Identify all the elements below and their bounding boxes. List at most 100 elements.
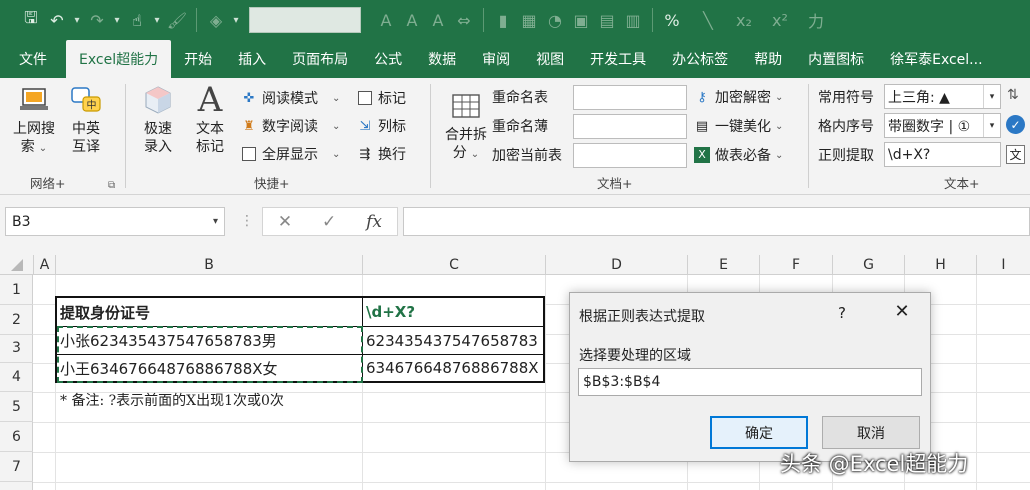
- tab-developer[interactable]: 开发工具: [577, 40, 659, 78]
- grid-icon[interactable]: ▥: [620, 7, 646, 33]
- more-options-icon[interactable]: ⋮: [240, 213, 254, 229]
- format-brush-icon[interactable]: 🖌: [164, 7, 190, 33]
- font-size-up-icon[interactable]: A: [373, 7, 399, 33]
- beautify-button[interactable]: ▤ 一键美化 ⌄: [693, 114, 784, 138]
- cell-b3[interactable]: 小张623435437547658783男: [57, 327, 362, 354]
- common-symbol-select[interactable]: 上三角: ▲ ▾: [884, 84, 1001, 109]
- tab-page-layout[interactable]: 页面布局: [279, 40, 361, 78]
- essential-button[interactable]: X 做表必备 ⌄: [693, 143, 783, 167]
- subscript-icon[interactable]: x₂: [731, 7, 757, 33]
- line-icon[interactable]: ╲: [695, 7, 721, 33]
- text-icon[interactable]: 文: [1006, 145, 1025, 164]
- tab-help[interactable]: 帮助: [741, 40, 795, 78]
- close-icon[interactable]: ✕: [892, 301, 912, 322]
- name-box[interactable]: B3 ▾: [5, 207, 225, 236]
- mark-checkbox[interactable]: 标记: [356, 86, 406, 110]
- regex-input[interactable]: \d+X?: [884, 142, 1001, 167]
- row-header-1[interactable]: 1: [0, 275, 33, 305]
- undo-icon[interactable]: ↶: [44, 7, 70, 33]
- encrypt-current-input[interactable]: [573, 143, 687, 168]
- tab-builtin-icons[interactable]: 内置图标: [795, 40, 877, 78]
- web-search-button[interactable]: 上网搜 索 ⌄: [6, 84, 62, 158]
- fast-entry-button[interactable]: 极速 录入: [134, 84, 182, 156]
- pie-icon[interactable]: ◔: [542, 7, 568, 33]
- tab-home[interactable]: 开始: [171, 40, 225, 78]
- row-header-3[interactable]: 3: [0, 334, 33, 363]
- tab-file[interactable]: 文件: [0, 40, 66, 78]
- column-header-f[interactable]: F: [759, 255, 832, 275]
- cell-c4[interactable]: 634676648768867​88X: [363, 355, 543, 381]
- tab-office-tab[interactable]: 办公标签: [659, 40, 741, 78]
- cell-b2[interactable]: 提取身份证号: [57, 298, 362, 326]
- rename-book-input[interactable]: [573, 114, 687, 139]
- camera-icon[interactable]: ▣: [568, 7, 594, 33]
- font-name-box[interactable]: [249, 7, 361, 33]
- percent-icon[interactable]: %: [659, 7, 685, 33]
- help-button[interactable]: ?: [838, 304, 846, 322]
- column-header-e[interactable]: E: [687, 255, 759, 275]
- digit-read-button[interactable]: ♜ 数字阅读 ⌄: [240, 114, 340, 138]
- confirm-icon[interactable]: ✓: [322, 212, 336, 232]
- chevron-down-icon[interactable]: ▾: [70, 7, 84, 33]
- fill-color-icon[interactable]: ◈: [203, 7, 229, 33]
- chevron-down-icon[interactable]: ▾: [229, 7, 243, 33]
- fullscreen-checkbox[interactable]: 全屏显示 ⌄: [240, 142, 340, 166]
- font-color-icon[interactable]: A: [399, 7, 425, 33]
- tab-review[interactable]: 审阅: [469, 40, 523, 78]
- select-all-corner[interactable]: [0, 255, 33, 275]
- encrypt-decrypt-button[interactable]: ⚷ 加密解密 ⌄: [693, 85, 783, 109]
- column-header-i[interactable]: I: [976, 255, 1030, 275]
- insert-function-icon[interactable]: fx: [366, 212, 382, 232]
- save-icon[interactable]: 🖫: [18, 7, 44, 33]
- font-size-down-icon[interactable]: A: [425, 7, 451, 33]
- column-header-g[interactable]: G: [832, 255, 904, 275]
- row-header-5[interactable]: 5: [0, 392, 33, 422]
- chevron-down-icon[interactable]: ▾: [110, 7, 124, 33]
- tab-view[interactable]: 视图: [523, 40, 577, 78]
- dialog-launcher-icon[interactable]: ⧉: [108, 180, 115, 191]
- superscript-icon[interactable]: x²: [767, 7, 793, 33]
- redo-icon[interactable]: ↷: [84, 7, 110, 33]
- cell-c3[interactable]: 623435437547658783: [363, 327, 543, 354]
- translate-button[interactable]: 中 中英 互译: [64, 84, 108, 156]
- cancel-icon[interactable]: ✕: [278, 212, 292, 232]
- column-mark-button[interactable]: ⇲ 列标: [356, 114, 406, 138]
- rename-sheet-input[interactable]: [573, 85, 687, 110]
- wrap-button[interactable]: ⇶ 换行: [356, 142, 406, 166]
- column-header-h[interactable]: H: [904, 255, 976, 275]
- column-header-c[interactable]: C: [362, 255, 545, 275]
- column-header-d[interactable]: D: [545, 255, 687, 275]
- group-document: 合并拆 分 ⌄ 重命名表 重命名薄 加密当前表 ⚷ 加密解密 ⌄ ▤ 一键美化 ⌄ X 做表…: [431, 78, 808, 195]
- merge-split-button[interactable]: 合并拆 分 ⌄: [439, 90, 493, 164]
- text-mark-button[interactable]: A 文本 标记: [186, 83, 234, 156]
- ok-button[interactable]: 确定: [710, 416, 808, 449]
- chevron-down-icon[interactable]: ▾: [150, 7, 164, 33]
- row-header-4[interactable]: 4: [0, 363, 33, 392]
- tab-data[interactable]: 数据: [415, 40, 469, 78]
- column-header-b[interactable]: B: [55, 255, 362, 275]
- touch-mode-icon[interactable]: ☝: [124, 7, 150, 33]
- row-header-2[interactable]: 2: [0, 305, 33, 335]
- list-order-select[interactable]: 带圈数字 | ① ▾: [884, 113, 1001, 138]
- format-icon[interactable]: ▤: [594, 7, 620, 33]
- fit-icon[interactable]: ⇔: [451, 7, 477, 33]
- tab-formulas[interactable]: 公式: [361, 40, 415, 78]
- column-header-a[interactable]: A: [33, 255, 55, 275]
- check-circle-icon[interactable]: ✓: [1006, 115, 1025, 134]
- tab-insert[interactable]: 插入: [225, 40, 279, 78]
- power-icon[interactable]: 力: [803, 7, 829, 33]
- table-icon[interactable]: ▦: [516, 7, 542, 33]
- cell-b4[interactable]: 小王634676648768867​88X女: [57, 355, 362, 381]
- cell-c2[interactable]: \d+X?: [363, 298, 543, 326]
- read-mode-button[interactable]: ✜ 阅读模式 ⌄: [240, 86, 341, 110]
- range-input[interactable]: $B$3:$B$4: [578, 368, 922, 396]
- cancel-button[interactable]: 取消: [822, 416, 920, 449]
- tab-xujuntai[interactable]: 徐军泰Excel...: [877, 40, 995, 78]
- tab-excel-superpower[interactable]: Excel超能力: [66, 40, 172, 78]
- formula-input[interactable]: [403, 207, 1030, 236]
- sort-icon[interactable]: ⇅: [1007, 87, 1019, 103]
- chart-icon[interactable]: ▮: [490, 7, 516, 33]
- rename-book-label: 重命名薄: [492, 119, 548, 135]
- row-header-6[interactable]: 6: [0, 422, 33, 452]
- row-header-7[interactable]: 7: [0, 452, 33, 482]
